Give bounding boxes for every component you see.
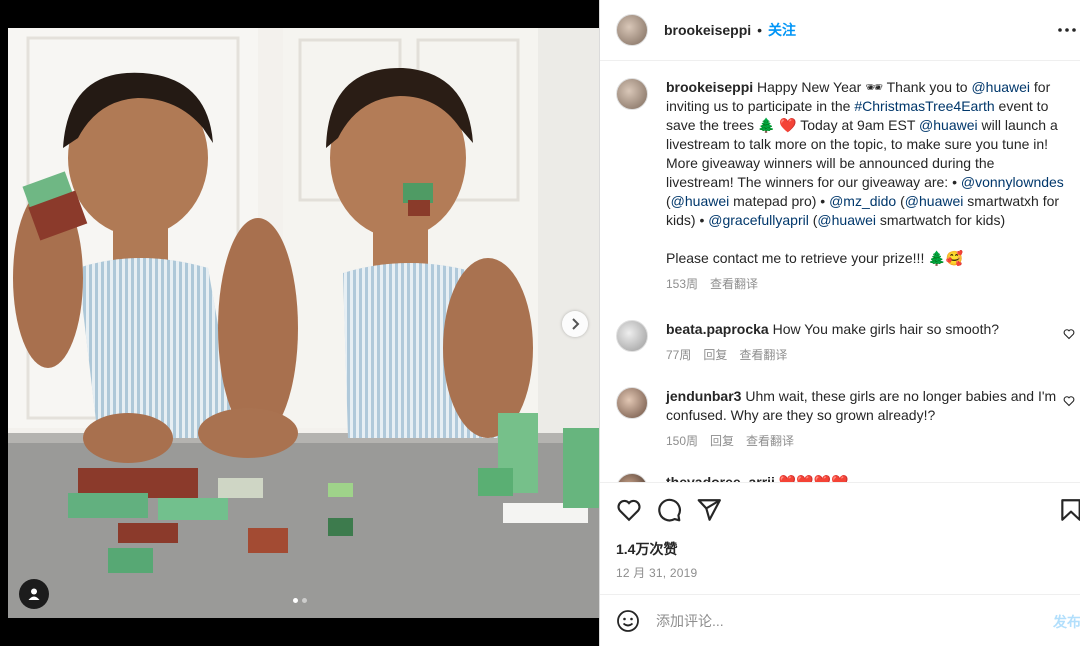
caption-text: brookeiseppi Happy New Year 🕶 Thank you … [666, 78, 1065, 230]
caption-translate-link[interactable]: 查看翻译 [710, 275, 758, 294]
comment-body: thevadoree_arrii ❤️❤️❤️❤️ [666, 473, 1065, 482]
comment-meta: 150周 回复 查看翻译 [666, 432, 1065, 451]
photo-illustration [8, 28, 599, 618]
comment-item: jendunbar3 Uhm wait, these girls are no … [616, 387, 1075, 451]
commenter-avatar[interactable] [616, 320, 648, 352]
comment-composer: 发布 [600, 594, 1080, 646]
caption-link[interactable]: @gracefullyapril [708, 212, 809, 228]
carousel-dot [302, 598, 307, 603]
post-header: brookeiseppi • 关注 [600, 0, 1080, 61]
commenter-avatar[interactable] [616, 473, 648, 482]
follow-button[interactable]: 关注 [768, 20, 796, 40]
post-actions: 1.4万次赞 12 月 31, 2019 [600, 482, 1080, 594]
more-horizontal-icon [1058, 28, 1076, 32]
heart-icon[interactable] [616, 497, 642, 523]
next-photo-button[interactable] [562, 311, 588, 337]
comment-input[interactable] [656, 612, 1016, 629]
comment-username[interactable]: jendunbar3 [666, 388, 741, 404]
comment-bubble-icon[interactable] [656, 497, 682, 523]
caption-link[interactable]: @mz_dido [829, 193, 896, 209]
caption-meta: 153周 查看翻译 [666, 275, 1065, 294]
comment-time: 150周 [666, 434, 699, 448]
caption-link[interactable]: @vonnylowndes [961, 174, 1064, 190]
comment-like-icon[interactable] [1063, 395, 1075, 407]
carousel-dot-active [293, 598, 298, 603]
chevron-right-icon [572, 318, 580, 330]
likes-count[interactable]: 1.4万次赞 [616, 539, 677, 559]
author-avatar[interactable] [616, 14, 648, 46]
comment-body: beata.paprocka How You make girls hair s… [666, 320, 1065, 365]
more-options-button[interactable] [1055, 20, 1079, 40]
comment-item: thevadoree_arrii ❤️❤️❤️❤️ [616, 473, 1065, 482]
post-comment-button[interactable]: 发布 [1053, 612, 1080, 632]
comment-body: jendunbar3 Uhm wait, these girls are no … [666, 387, 1065, 451]
comment-translate-link[interactable]: 查看翻译 [739, 346, 787, 365]
comment-meta: 77周 回复 查看翻译 [666, 346, 1065, 365]
caption-link[interactable]: @huawei [817, 212, 876, 228]
comment-item: beata.paprocka How You make girls hair s… [616, 320, 1075, 365]
author-username[interactable]: brookeiseppi [664, 22, 751, 38]
carousel-dots [293, 598, 307, 603]
post-date: 12 月 31, 2019 [616, 566, 698, 580]
caption-link[interactable]: @huawei [971, 79, 1030, 95]
caption-link[interactable]: @huawei [919, 117, 978, 133]
comment-username[interactable]: thevadoree_arrii [666, 474, 775, 482]
caption-link[interactable]: @huawei [905, 193, 964, 209]
caption-text-part: matepad pro) • [729, 193, 830, 209]
header-separator: • [757, 22, 763, 38]
comment-text: ❤️❤️❤️❤️ [778, 474, 849, 482]
post-caption: brookeiseppi Happy New Year 🕶 Thank you … [616, 78, 1065, 294]
user-tag-button[interactable] [19, 579, 49, 609]
paper-plane-icon[interactable] [696, 497, 722, 523]
post-photo[interactable] [8, 28, 599, 618]
caption-username[interactable]: brookeiseppi [666, 79, 753, 95]
caption-link[interactable]: @huawei [671, 193, 730, 209]
caption-text-part: Happy New Year 🕶 Thank you to [757, 79, 972, 95]
comment-time: 77周 [666, 348, 692, 362]
commenter-avatar[interactable] [616, 387, 648, 419]
caption-closing: Please contact me to retrieve your prize… [666, 250, 964, 266]
post-side-panel: brookeiseppi • 关注 brookeiseppi Happy New… [599, 0, 1080, 646]
caption-text-part: ( [896, 193, 905, 209]
caption-author-avatar[interactable] [616, 78, 648, 110]
bookmark-icon[interactable] [1058, 497, 1080, 523]
smiley-icon[interactable] [616, 609, 640, 633]
caption-text-part: smartwatch for kids) [875, 212, 1006, 228]
comment-translate-link[interactable]: 查看翻译 [746, 432, 794, 451]
caption-time: 153周 [666, 277, 699, 291]
caption-link[interactable]: #ChristmasTree4Earth [854, 98, 994, 114]
caption-body: brookeiseppi Happy New Year 🕶 Thank you … [666, 78, 1065, 294]
comment-reply-button[interactable]: 回复 [710, 432, 734, 451]
media-panel [0, 0, 599, 646]
comment-username[interactable]: beata.paprocka [666, 321, 769, 337]
user-tag-icon [28, 588, 40, 600]
comment-text: How You make girls hair so smooth? [772, 321, 1000, 337]
comment-like-icon[interactable] [1063, 328, 1075, 340]
comment-reply-button[interactable]: 回复 [703, 346, 727, 365]
comments-list[interactable]: brookeiseppi Happy New Year 🕶 Thank you … [600, 62, 1080, 482]
